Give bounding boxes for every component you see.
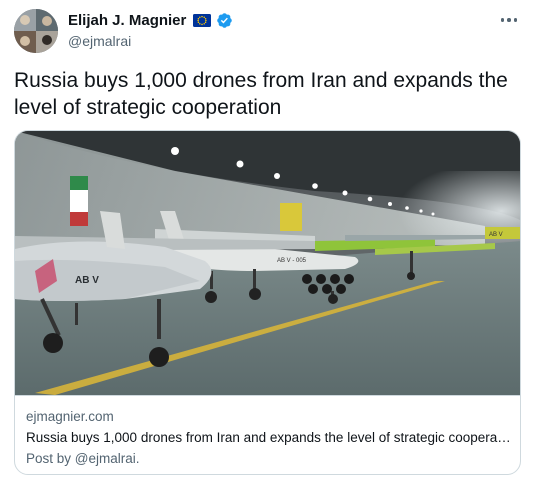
card-posted-by: Post by @ejmalrai. [26, 451, 140, 466]
avatar[interactable] [14, 9, 58, 53]
card-image[interactable]: AB V - 005 AB V AB V [15, 131, 520, 395]
verified-badge-icon [216, 12, 233, 29]
author-name-row: Elijah J. Magnier [68, 12, 233, 29]
card-title: Russia buys 1,000 drones from Iran and e… [26, 430, 511, 445]
card-divider [15, 395, 520, 396]
card-image-label: AB V [75, 275, 99, 286]
tweet-text: Russia buys 1,000 drones from Iran and e… [14, 69, 508, 119]
card-image-label: AB V - 005 [277, 258, 307, 264]
card-domain: ejmagnier.com [26, 409, 114, 424]
more-dot [513, 18, 518, 22]
link-card[interactable]: AB V - 005 AB V AB V ejmagnier.com Russi… [14, 130, 521, 475]
tweet: Elijah J. Magnier @ejmalrai Russia buys … [0, 0, 536, 493]
display-name[interactable]: Elijah J. Magnier [68, 12, 186, 29]
eu-flag-icon [193, 14, 212, 27]
more-options-icon[interactable] [496, 10, 522, 30]
more-dot [507, 18, 511, 22]
author-handle[interactable]: @ejmalrai [68, 33, 131, 49]
more-dot [500, 18, 505, 22]
card-image-label: AB V [489, 232, 503, 238]
